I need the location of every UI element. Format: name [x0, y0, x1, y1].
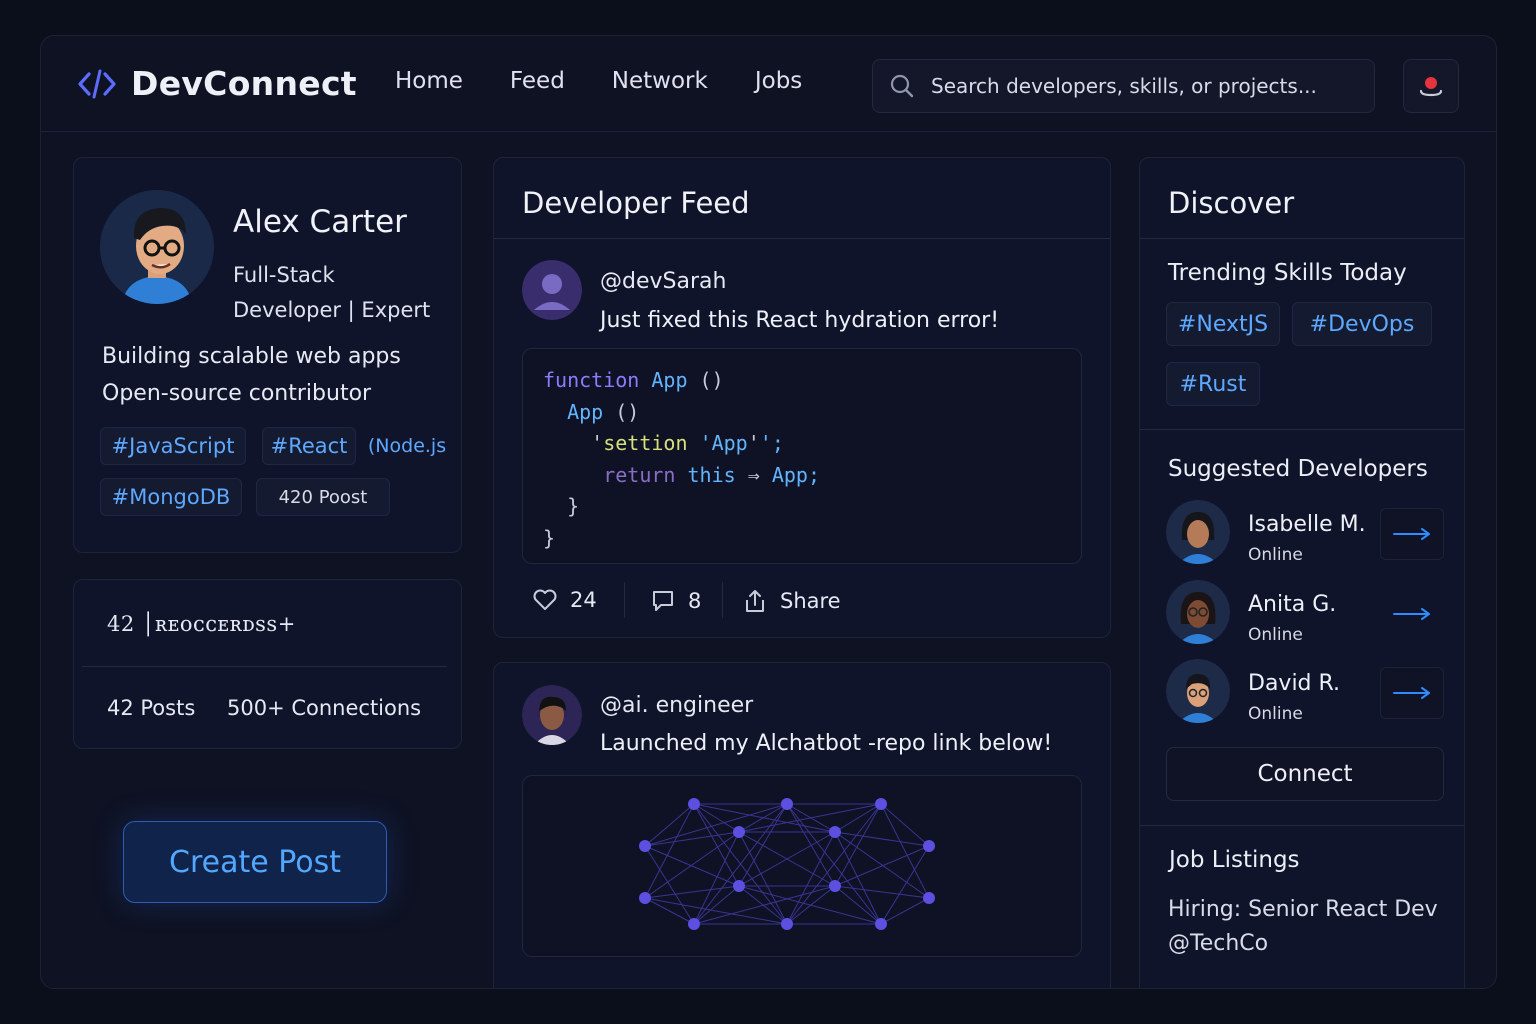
divider [82, 666, 447, 667]
suggested-developer[interactable]: Isabelle M. Online [1166, 500, 1444, 566]
post-username[interactable]: @ai. engineer [600, 693, 753, 718]
developer-name: Isabelle M. [1248, 512, 1366, 537]
posts-count: 42 Posts [107, 696, 196, 720]
post-avatar[interactable] [522, 260, 582, 320]
job-listings-title: Job Listings [1169, 847, 1300, 873]
share-button[interactable]: Share [742, 588, 841, 614]
job-company: @TechCo [1168, 931, 1269, 956]
search-bar [872, 59, 1375, 113]
job-title: Hiring: Senior React Dev [1168, 897, 1438, 922]
top-navbar: DevConnect Home Feed Network Jobs [41, 36, 1496, 132]
stats-card: 42 │ʀᴇᴏᴄᴄᴇʀᴅѕѕ+ 42 Posts 500+ Connection… [73, 579, 462, 749]
notification-icon [1419, 77, 1443, 97]
job-listing[interactable]: Hiring: Senior React Dev @TechCo [1168, 893, 1468, 961]
code-brackets-icon [78, 69, 116, 98]
divider [722, 582, 723, 618]
trending-tag[interactable]: #Rust [1166, 362, 1260, 406]
code-snippet: function App () App () 'settion 'App''; … [522, 348, 1082, 564]
avatar[interactable] [1166, 580, 1230, 644]
like-count: 24 [570, 588, 597, 612]
divider [1140, 429, 1464, 430]
profile-bio: Building scalable web apps Open-source c… [102, 338, 401, 412]
share-icon [746, 590, 764, 612]
developer-status: Online [1248, 625, 1303, 645]
developer-status: Online [1248, 545, 1303, 565]
profile-role: Full-Stack Developer | Expert [233, 258, 453, 328]
comment-icon [653, 591, 673, 611]
search-input[interactable] [931, 74, 1351, 98]
skill-tag[interactable]: #MongoDB [100, 478, 242, 516]
skill-tag[interactable]: #JavaScript [100, 427, 246, 465]
view-developer-button[interactable] [1380, 508, 1444, 560]
discover-card: Discover Trending Skills Today #NextJS #… [1139, 157, 1468, 988]
app-name: DevConnect [131, 64, 357, 103]
arrow-right-icon [1393, 608, 1430, 620]
feed-post-card: @ai. engineer Launched my Alchatbot -rep… [493, 662, 1111, 988]
feed-title: Developer Feed [522, 186, 750, 220]
developer-name: David R. [1248, 671, 1341, 696]
trending-title: Trending Skills Today [1168, 260, 1407, 286]
profile-role-line1: Full-Stack [233, 263, 335, 287]
skill-tag[interactable]: #React [262, 427, 356, 465]
nav-network[interactable]: Network [612, 68, 708, 94]
post-avatar[interactable] [522, 685, 582, 745]
profile-card: Alex Carter Full-Stack Developer | Exper… [73, 157, 462, 553]
notification-button[interactable] [1403, 59, 1459, 113]
create-post-button[interactable]: Create Post [123, 821, 387, 903]
nav-jobs[interactable]: Jobs [755, 68, 802, 94]
suggested-title: Suggested Developers [1168, 456, 1428, 482]
post-text: Just fixed this React hydration error! [600, 308, 1000, 333]
avatar[interactable] [100, 190, 214, 304]
profile-name: Alex Carter [233, 204, 407, 240]
post-text: Launched my Alchatbot -repo link below! [600, 731, 1053, 756]
neural-network-image [522, 775, 1082, 957]
developer-status: Online [1248, 704, 1303, 724]
nav-home[interactable]: Home [395, 68, 463, 94]
nav-feed[interactable]: Feed [510, 68, 565, 94]
divider [1140, 825, 1464, 826]
profile-bio-line2: Open-source contributor [102, 381, 372, 406]
profile-role-line2: Developer | Expert [233, 298, 431, 322]
share-label: Share [780, 589, 841, 613]
trending-tag[interactable]: #NextJS [1166, 302, 1280, 346]
progress-stat: 42 │ʀᴇᴏᴄᴄᴇʀᴅѕѕ+ [107, 612, 296, 636]
comment-count: 8 [688, 589, 702, 613]
posts-badge: 420 Poost [256, 478, 390, 516]
avatar[interactable] [1166, 500, 1230, 564]
view-developer-button[interactable] [1380, 588, 1444, 640]
like-button[interactable]: 24 [532, 588, 597, 612]
post-username[interactable]: @devSarah [600, 269, 726, 294]
logo[interactable]: DevConnect [77, 64, 357, 103]
comment-button[interactable]: 8 [650, 588, 701, 614]
avatar[interactable] [1166, 659, 1230, 723]
divider [494, 238, 1110, 239]
skill-tag[interactable]: (Node.js [366, 427, 448, 465]
app-window: DevConnect Home Feed Network Jobs Search… [40, 35, 1497, 989]
connect-button[interactable]: Connect [1166, 747, 1444, 801]
view-developer-button[interactable] [1380, 667, 1444, 719]
search-icon [890, 74, 914, 98]
feed-card: Developer Feed @devSarah Just fixed this… [493, 157, 1111, 638]
trending-tag[interactable]: #DevOps [1292, 302, 1432, 346]
divider [1140, 238, 1464, 239]
developer-name: Anita G. [1248, 592, 1337, 617]
profile-bio-line1: Building scalable web apps [102, 344, 401, 369]
arrow-right-icon [1393, 528, 1430, 540]
connections-count: 500+ Connections [227, 696, 422, 720]
neural-network-icon [639, 798, 935, 930]
arrow-right-icon [1393, 687, 1430, 699]
heart-icon [533, 589, 557, 610]
divider [624, 582, 625, 618]
discover-title: Discover [1168, 186, 1295, 220]
suggested-developer[interactable]: David R. Online [1166, 659, 1444, 725]
suggested-developer[interactable]: Anita G. Online [1166, 580, 1444, 646]
main-nav: Home Feed Network Jobs [395, 68, 802, 94]
